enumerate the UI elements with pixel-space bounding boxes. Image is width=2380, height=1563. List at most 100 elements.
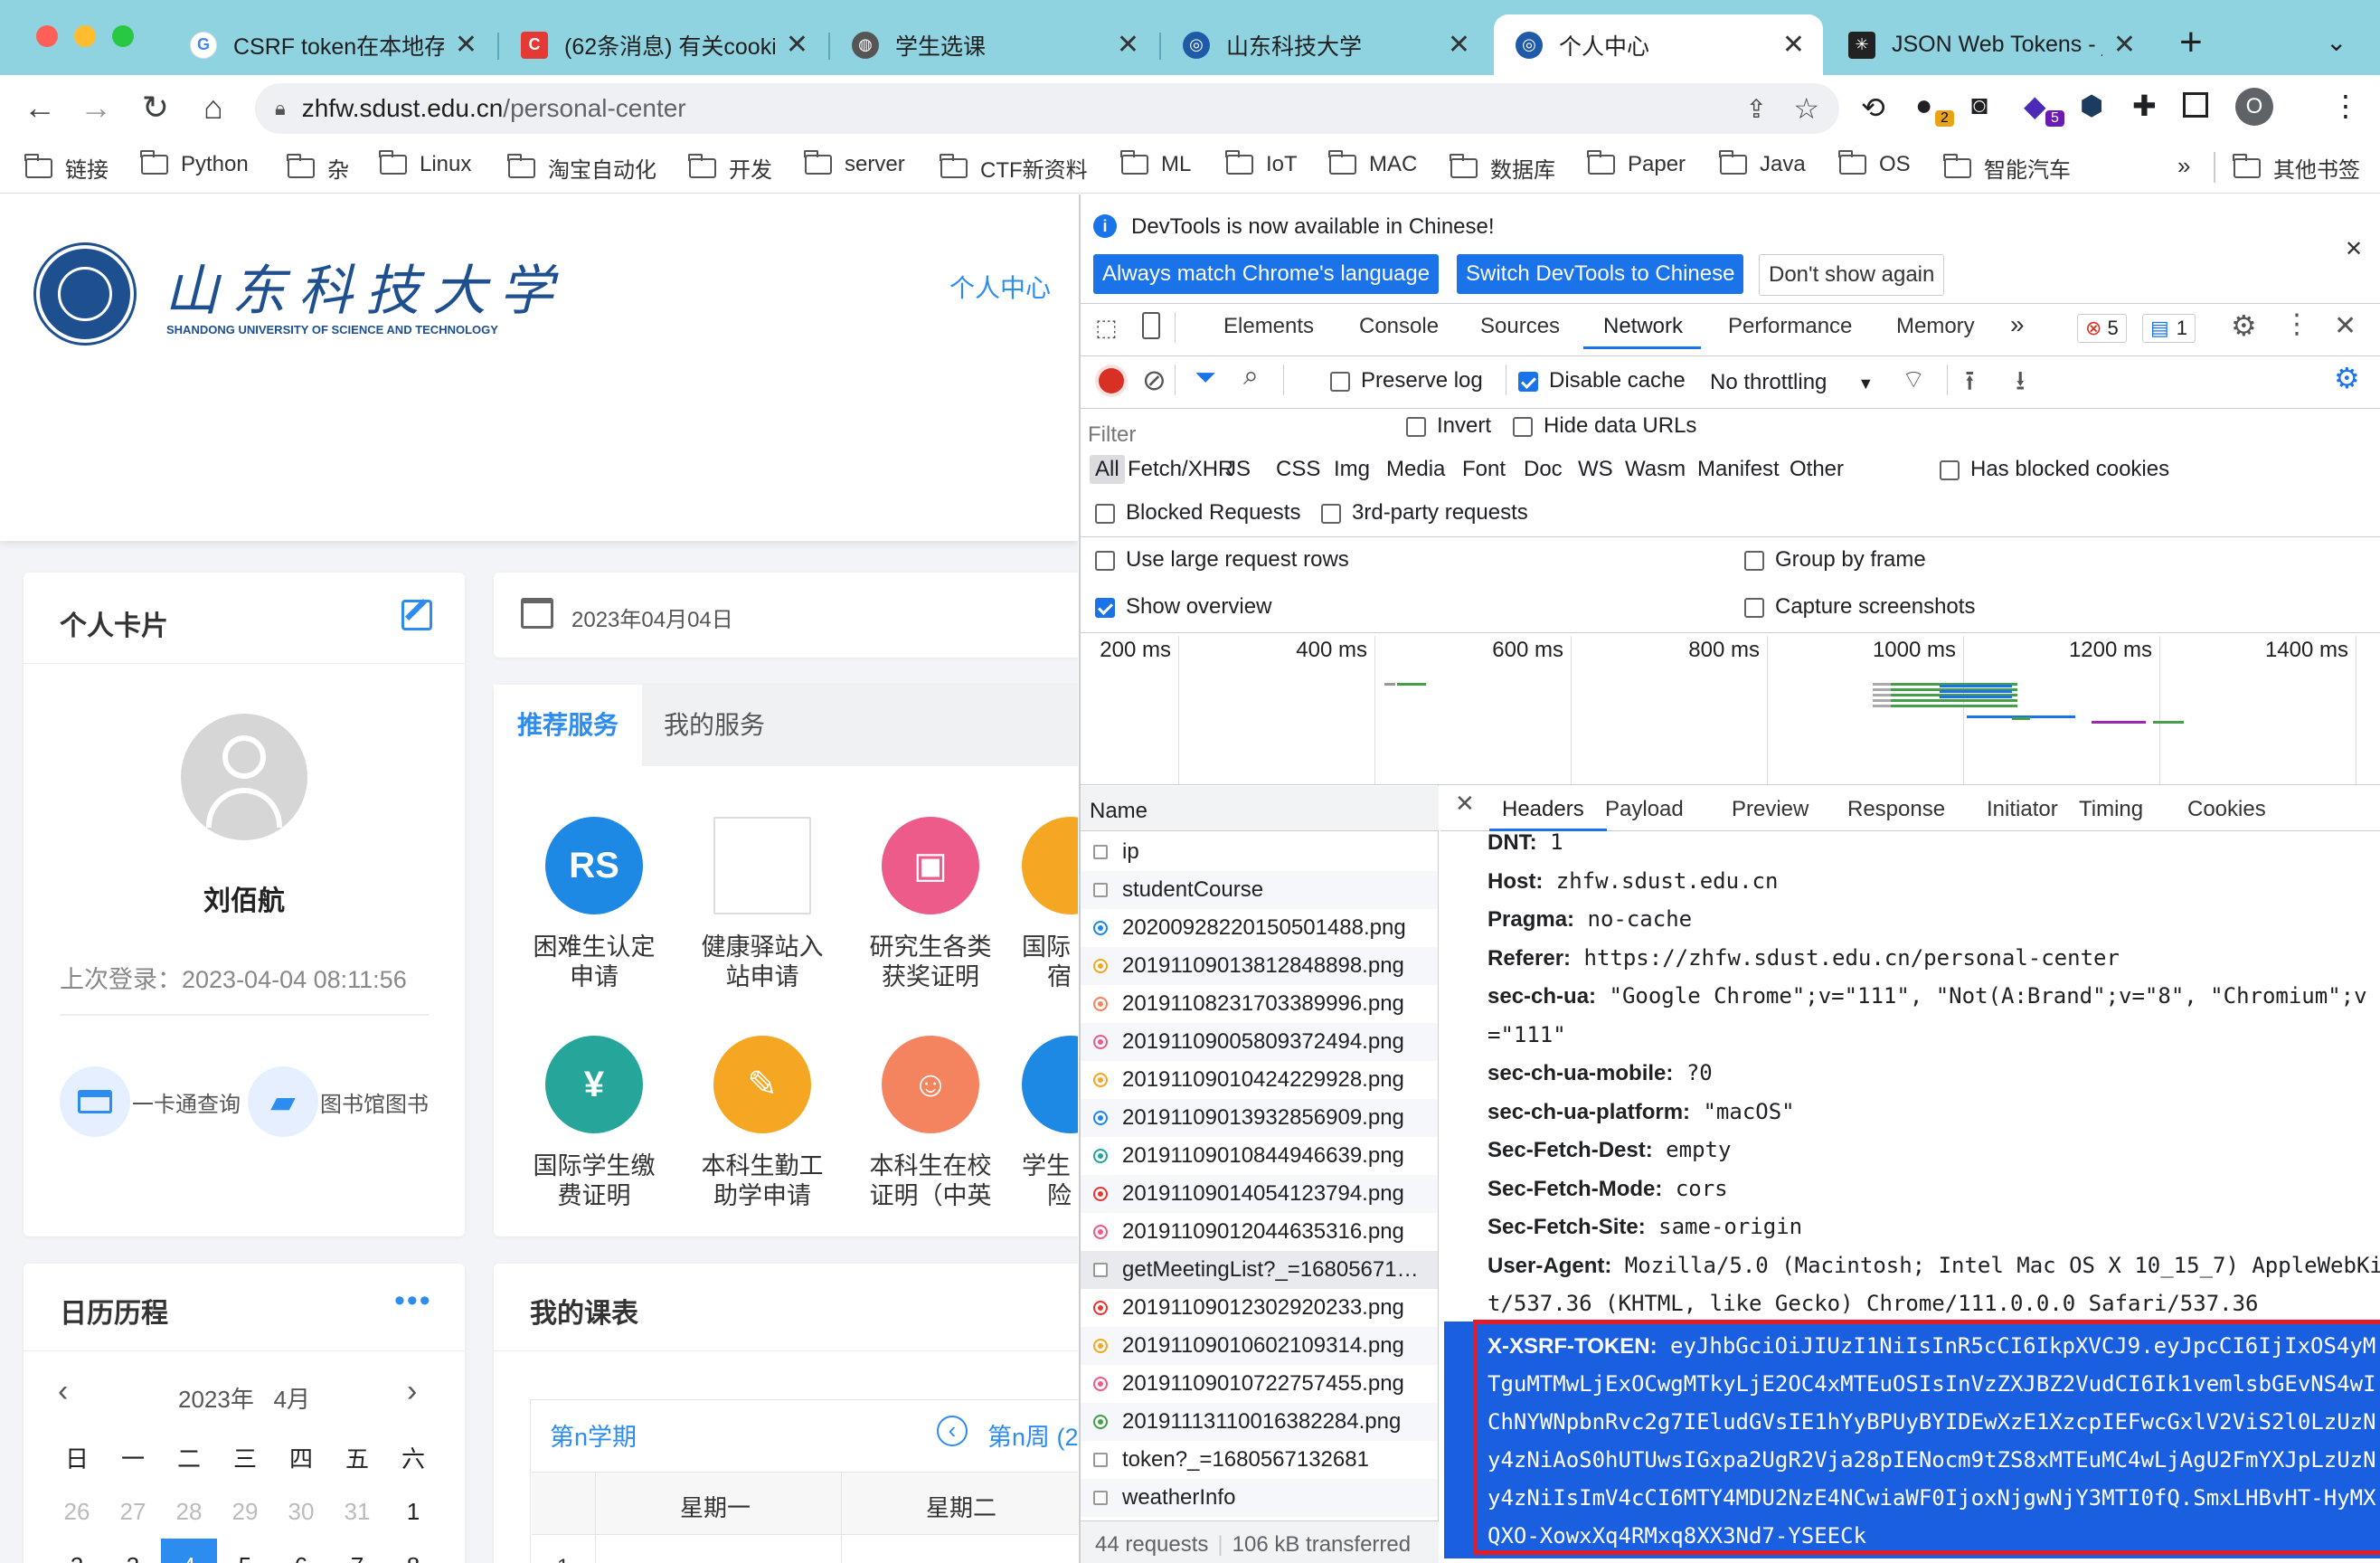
calendar-day[interactable]: 28 (161, 1484, 217, 1539)
filter-funnel-icon[interactable]: ⏷ (1195, 363, 1216, 393)
request-row[interactable]: weatherInfo (1081, 1479, 1438, 1517)
bookmark-folder[interactable]: OS (1838, 150, 1911, 177)
next-month-chevron-icon[interactable]: › (407, 1374, 417, 1409)
filter-fetchxhr[interactable]: Fetch/XHR (1128, 457, 1233, 482)
share-icon[interactable]: ⇪ (1746, 94, 1767, 124)
bookmark-folder[interactable]: MAC (1328, 150, 1417, 177)
invert-checkbox[interactable]: Invert (1406, 413, 1491, 439)
calendar-day[interactable]: 27 (105, 1484, 161, 1539)
close-tab-icon[interactable]: ✕ (786, 29, 808, 61)
request-row[interactable]: 20191109013812848898.png (1081, 947, 1438, 985)
service-item[interactable]: ▣ 研究生各类 获奖证明 (854, 817, 1007, 992)
tab-1[interactable]: G CSRF token在本地存储 ✕ (168, 14, 496, 75)
semester-label[interactable]: 第n学期 (550, 1417, 637, 1453)
calendar-day-today[interactable]: 4 (161, 1539, 217, 1563)
week-label[interactable]: 第n周 (2 (987, 1417, 1078, 1453)
close-detail-icon[interactable]: ✕ (1455, 790, 1475, 818)
request-row[interactable]: 20191109010844946639.png (1081, 1137, 1438, 1175)
calendar-day[interactable]: 8 (385, 1539, 441, 1563)
calendar-day[interactable]: 7 (329, 1539, 385, 1563)
network-settings-gear-icon[interactable]: ⚙ (2334, 361, 2360, 395)
request-row[interactable]: 20191109010602109314.png (1081, 1327, 1438, 1365)
more-options-icon[interactable]: ••• (394, 1284, 432, 1319)
clear-icon[interactable]: ⊘ (1142, 363, 1166, 397)
request-row[interactable]: 20191109012044635316.png (1081, 1213, 1438, 1251)
forward-button[interactable]: → (76, 88, 116, 128)
request-row[interactable]: 20191113110016382284.png (1081, 1403, 1438, 1441)
extension-hex-icon[interactable]: ⬢ (2080, 90, 2103, 122)
zoom-window-button[interactable] (112, 25, 134, 47)
tab-performance[interactable]: Performance (1728, 314, 1852, 339)
name-column-header[interactable]: Name (1081, 786, 1439, 831)
more-tabs-button[interactable]: » (2010, 310, 2025, 339)
close-tab-icon[interactable]: ✕ (1117, 29, 1139, 61)
tab-console[interactable]: Console (1359, 314, 1439, 339)
detail-tab-headers[interactable]: Headers (1502, 797, 1584, 822)
bookmark-folder[interactable]: Paper (1587, 150, 1686, 177)
service-item[interactable]: 学生险 (1022, 1036, 1078, 1211)
match-language-button[interactable]: Always match Chrome's language (1093, 254, 1440, 294)
bookmark-folder[interactable]: Linux (379, 150, 471, 177)
bookmark-folder[interactable]: Python (140, 150, 249, 177)
tab-6[interactable]: ✳ JSON Web Tokens - j ✕ (1827, 14, 2154, 75)
import-har-icon[interactable]: ⭱ (1965, 361, 1975, 407)
bookmark-folder[interactable]: CTF新资料 (940, 152, 1088, 184)
has-blocked-cookies-checkbox[interactable]: Has blocked cookies (1940, 457, 2169, 482)
preserve-log-checkbox[interactable]: Preserve log (1330, 368, 1483, 393)
menu-kebab-icon[interactable]: ⋮ (2331, 89, 2360, 123)
tab-search-chevron-icon[interactable]: ⌄ (2326, 27, 2347, 57)
detail-tab-response[interactable]: Response (1847, 797, 1945, 822)
new-tab-button[interactable]: + (2179, 20, 2203, 65)
tab-elements[interactable]: Elements (1223, 314, 1314, 339)
close-tab-icon[interactable]: ✕ (1782, 29, 1805, 61)
request-row[interactable]: 20191109013932856909.png (1081, 1099, 1438, 1137)
bookmark-folder[interactable]: 链接 (24, 152, 109, 184)
address-bar[interactable]: 🔒︎ zhfw.sdust.edu.cn/personal-center ⇪ ☆ (255, 83, 1839, 134)
throttling-select[interactable]: No throttling ▼ (1710, 370, 1874, 395)
large-rows-checkbox[interactable]: Use large request rows (1095, 547, 1349, 573)
service-item[interactable]: 健康驿站入 站申请 (685, 817, 839, 992)
bookmark-folder[interactable]: server (804, 150, 905, 177)
side-panel-icon[interactable] (2183, 92, 2208, 118)
profile-avatar[interactable]: O (2235, 88, 2273, 126)
calendar-day[interactable]: 30 (273, 1484, 329, 1539)
bookmark-folder[interactable]: ML (1120, 150, 1191, 177)
detail-tab-initiator[interactable]: Initiator (1987, 797, 2058, 822)
request-row[interactable]: studentCourse (1081, 871, 1438, 909)
filter-other[interactable]: Other (1790, 457, 1844, 482)
bookmark-folder[interactable]: 开发 (688, 152, 772, 184)
service-item[interactable]: RS 困难生认定 申请 (517, 817, 671, 992)
close-banner-icon[interactable]: ✕ (2345, 236, 2363, 262)
request-row[interactable]: 20200928220150501488.png (1081, 909, 1438, 947)
service-item[interactable]: 国际宿 (1022, 817, 1078, 992)
detail-tab-timing[interactable]: Timing (2079, 797, 2143, 822)
switch-chinese-button[interactable]: Switch DevTools to Chinese (1457, 254, 1744, 294)
home-button[interactable]: ⌂ (194, 88, 233, 128)
close-window-button[interactable] (36, 25, 58, 47)
bookmarks-overflow-button[interactable]: » (2177, 152, 2190, 180)
edit-icon[interactable] (401, 598, 432, 630)
calendar-day[interactable]: 2 (49, 1539, 105, 1563)
reload-button[interactable]: ↻ (136, 88, 175, 128)
bookmark-folder[interactable]: 淘宝自动化 (507, 152, 656, 184)
extensions-puzzle-icon[interactable]: ✚ (2132, 89, 2157, 123)
filter-css[interactable]: CSS (1276, 457, 1320, 482)
bookmark-folder[interactable]: 杂 (287, 152, 349, 184)
third-party-requests-checkbox[interactable]: 3rd-party requests (1321, 500, 1528, 526)
detail-tab-cookies[interactable]: Cookies (2187, 797, 2266, 822)
tab-recommended-services[interactable]: 推荐服务 (494, 685, 642, 766)
show-overview-checkbox[interactable]: Show overview (1095, 594, 1271, 620)
tab-3[interactable]: ◍ 学生选课 ✕ (830, 14, 1157, 75)
tab-my-services[interactable]: 我的服务 (642, 685, 787, 766)
close-tab-icon[interactable]: ✕ (1448, 29, 1470, 61)
calendar-day[interactable]: 3 (105, 1539, 161, 1563)
record-button[interactable] (1099, 368, 1124, 393)
blocked-requests-checkbox[interactable]: Blocked Requests (1095, 500, 1300, 526)
service-item[interactable]: ☺ 本科生在校 证明（中英 (854, 1036, 1007, 1211)
capture-screenshots-checkbox[interactable]: Capture screenshots (1744, 594, 1975, 620)
calendar-day[interactable]: 1 (385, 1484, 441, 1539)
tab-2[interactable]: C (62条消息) 有关cookie ✕ (499, 14, 826, 75)
request-row[interactable]: 20191109010722757455.png (1081, 1365, 1438, 1403)
tab-4[interactable]: ◎ 山东科技大学 ✕ (1161, 14, 1488, 75)
calendar-day[interactable]: 29 (217, 1484, 273, 1539)
